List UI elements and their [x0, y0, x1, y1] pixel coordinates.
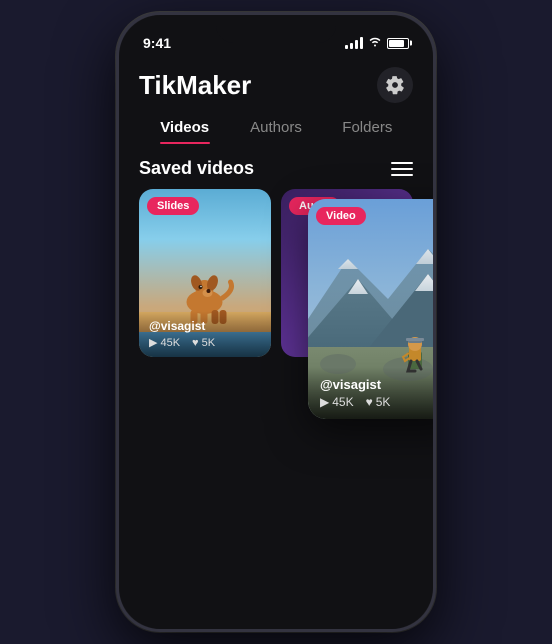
floating-video-badge: Video: [316, 207, 366, 225]
tab-authors[interactable]: Authors: [230, 111, 321, 144]
gear-icon: [385, 75, 405, 95]
floating-video-card[interactable]: Video @visagist ▶ 45K ♥ 5K: [308, 199, 433, 419]
phone-frame: 9:41: [116, 12, 436, 632]
slides-card[interactable]: Slides @visagist ▶ 45K ♥ 5K: [139, 189, 271, 357]
floating-plays: ▶ 45K: [320, 395, 354, 409]
heart-icon: ♥: [192, 337, 199, 349]
header: TikMaker: [119, 59, 433, 107]
tabs: Videos Authors Folders: [119, 107, 433, 144]
signal-icon: [345, 37, 363, 49]
notch: [216, 15, 336, 43]
slides-stats: ▶ 45K ♥ 5K: [149, 336, 261, 349]
wifi-icon: [368, 36, 382, 50]
app-title: TikMaker: [139, 70, 251, 101]
play-icon: ▶: [149, 336, 157, 349]
menu-line-1: [391, 162, 413, 164]
screen: 9:41: [119, 15, 433, 629]
floating-card-footer: @visagist ▶ 45K ♥ 5K: [308, 367, 433, 419]
slides-badge: Slides: [147, 197, 199, 215]
play-icon: ▶: [320, 395, 329, 409]
status-time: 9:41: [143, 35, 171, 51]
tab-folders[interactable]: Folders: [322, 111, 413, 144]
floating-likes: ♥ 5K: [366, 395, 391, 409]
section-header: Saved videos: [119, 144, 433, 189]
status-icons: [345, 36, 409, 50]
menu-line-3: [391, 174, 413, 176]
settings-button[interactable]: [377, 67, 413, 103]
floating-stats: ▶ 45K ♥ 5K: [320, 395, 433, 409]
menu-button[interactable]: [391, 162, 413, 176]
slides-author: @visagist: [149, 319, 261, 333]
heart-icon: ♥: [366, 395, 373, 409]
section-title: Saved videos: [139, 158, 254, 179]
battery-icon: [387, 38, 409, 49]
slides-plays: ▶ 45K: [149, 336, 180, 349]
phone-wrapper: 9:41: [116, 12, 436, 632]
menu-line-2: [391, 168, 413, 170]
floating-author: @visagist: [320, 377, 433, 392]
slides-card-footer: @visagist ▶ 45K ♥ 5K: [139, 311, 271, 357]
tab-videos[interactable]: Videos: [139, 111, 230, 144]
slides-likes: ♥ 5K: [192, 336, 215, 349]
videos-grid: Slides @visagist ▶ 45K ♥ 5K: [119, 189, 433, 357]
